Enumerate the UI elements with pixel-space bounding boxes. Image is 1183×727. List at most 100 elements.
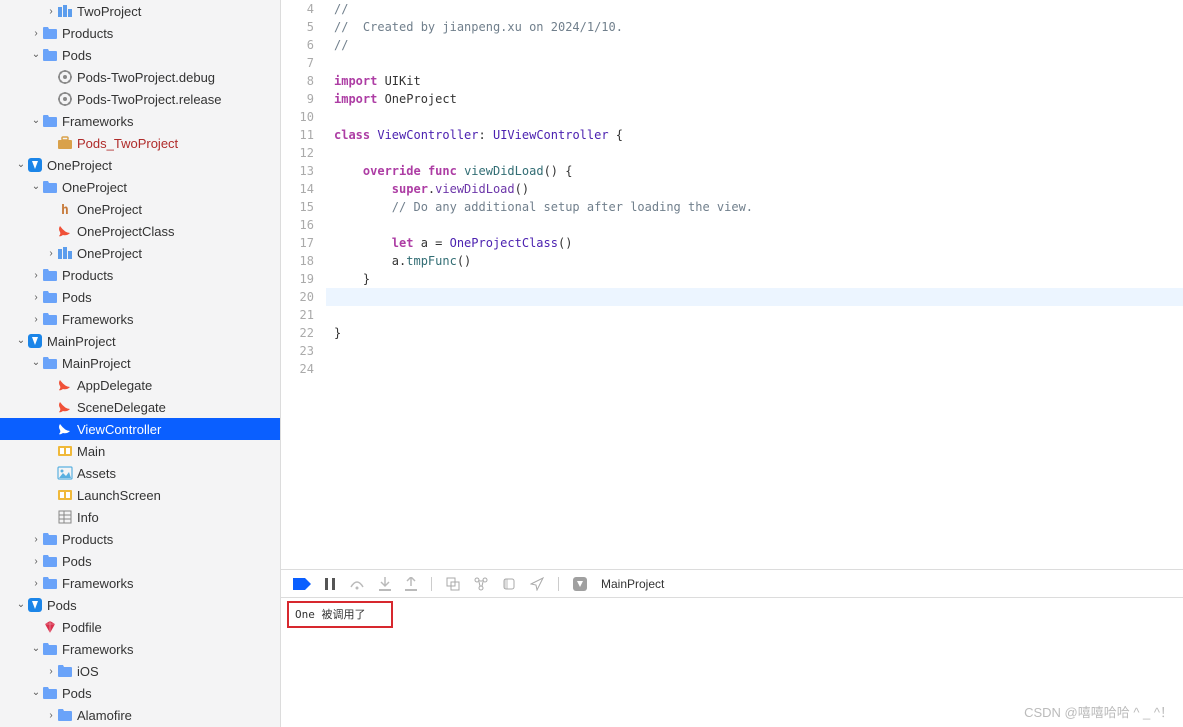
location-button[interactable] — [530, 577, 544, 591]
disclosure-icon[interactable]: ⌄ — [15, 335, 27, 346]
disclosure-icon[interactable]: ⌄ — [30, 49, 42, 60]
code-line[interactable]: import OneProject — [326, 90, 1183, 108]
disclosure-icon[interactable]: ⌄ — [15, 599, 27, 610]
step-out-button[interactable] — [405, 577, 417, 591]
tree-item-pods-twoproject-debug[interactable]: Pods-TwoProject.debug — [0, 66, 280, 88]
disclosure-icon[interactable]: › — [30, 292, 42, 303]
code-line[interactable]: a.tmpFunc() — [326, 252, 1183, 270]
disclosure-icon[interactable]: ⌄ — [30, 357, 42, 368]
tree-item-oneproject[interactable]: ⌄OneProject — [0, 154, 280, 176]
line-number[interactable]: 6 — [281, 36, 314, 54]
tree-item-pods-twoproject-release[interactable]: Pods-TwoProject.release — [0, 88, 280, 110]
tree-item-info[interactable]: Info — [0, 506, 280, 528]
line-number[interactable]: 23 — [281, 342, 314, 360]
line-number[interactable]: 11 — [281, 126, 314, 144]
disclosure-icon[interactable]: ⌄ — [30, 687, 42, 698]
disclosure-icon[interactable]: › — [30, 578, 42, 589]
line-number[interactable]: 5 — [281, 18, 314, 36]
line-number[interactable]: 16 — [281, 216, 314, 234]
line-number[interactable]: 15 — [281, 198, 314, 216]
memory-graph-button[interactable] — [474, 577, 488, 591]
line-number[interactable]: 18 — [281, 252, 314, 270]
disclosure-icon[interactable]: › — [30, 314, 42, 325]
disclosure-icon[interactable]: › — [30, 270, 42, 281]
line-number[interactable]: 24 — [281, 360, 314, 378]
line-number[interactable]: 19 — [281, 270, 314, 288]
code-line[interactable]: // Created by jianpeng.xu on 2024/1/10. — [326, 18, 1183, 36]
disclosure-icon[interactable]: ⌄ — [30, 115, 42, 126]
tree-item-ios[interactable]: ›iOS — [0, 660, 280, 682]
tree-item-frameworks[interactable]: ›Frameworks — [0, 308, 280, 330]
tree-item-oneproject[interactable]: ⌄OneProject — [0, 176, 280, 198]
code-line[interactable]: } — [326, 270, 1183, 288]
tree-item-pods[interactable]: ›Pods — [0, 286, 280, 308]
disclosure-icon[interactable]: › — [45, 666, 57, 677]
tree-item-oneprojectclass[interactable]: OneProjectClass — [0, 220, 280, 242]
code-line[interactable] — [326, 144, 1183, 162]
tree-item-pods[interactable]: ⌄Pods — [0, 682, 280, 704]
disclosure-icon[interactable]: › — [30, 28, 42, 39]
disclosure-icon[interactable]: › — [45, 6, 57, 17]
tree-item-pods[interactable]: ⌄Pods — [0, 44, 280, 66]
code-line[interactable] — [326, 288, 1183, 306]
code-content[interactable]: //// Created by jianpeng.xu on 2024/1/10… — [326, 0, 1183, 569]
line-number[interactable]: 22 — [281, 324, 314, 342]
view-hierarchy-button[interactable] — [446, 577, 460, 591]
tree-item-frameworks[interactable]: ›Frameworks — [0, 572, 280, 594]
code-line[interactable] — [326, 306, 1183, 324]
line-number[interactable]: 9 — [281, 90, 314, 108]
disclosure-icon[interactable]: › — [30, 556, 42, 567]
disclosure-icon[interactable]: ⌄ — [30, 643, 42, 654]
code-editor[interactable]: 456789101112131415161718192021222324 ///… — [281, 0, 1183, 569]
code-line[interactable]: override func viewDidLoad() { — [326, 162, 1183, 180]
tree-item-mainproject[interactable]: ⌄MainProject — [0, 330, 280, 352]
tree-item-products[interactable]: ›Products — [0, 264, 280, 286]
step-in-button[interactable] — [379, 577, 391, 591]
code-line[interactable] — [326, 108, 1183, 126]
tree-item-products[interactable]: ›Products — [0, 22, 280, 44]
tree-item-podfile[interactable]: Podfile — [0, 616, 280, 638]
tree-item-alamofire[interactable]: ›Alamofire — [0, 704, 280, 726]
line-number[interactable]: 12 — [281, 144, 314, 162]
tree-item-oneproject[interactable]: ›OneProject — [0, 242, 280, 264]
project-navigator[interactable]: ›TwoProject›Products⌄PodsPods-TwoProject… — [0, 0, 281, 727]
env-overrides-button[interactable] — [502, 577, 516, 591]
code-line[interactable]: import UIKit — [326, 72, 1183, 90]
tree-item-pods[interactable]: ›Pods — [0, 550, 280, 572]
code-line[interactable] — [326, 216, 1183, 234]
line-number[interactable]: 17 — [281, 234, 314, 252]
disclosure-icon[interactable]: › — [45, 710, 57, 721]
tree-item-scenedelegate[interactable]: SceneDelegate — [0, 396, 280, 418]
line-number[interactable]: 4 — [281, 0, 314, 18]
line-number[interactable]: 8 — [281, 72, 314, 90]
step-over-button[interactable] — [349, 577, 365, 591]
line-number[interactable]: 14 — [281, 180, 314, 198]
tree-item-viewcontroller[interactable]: ViewController — [0, 418, 280, 440]
tree-item-twoproject[interactable]: ›TwoProject — [0, 0, 280, 22]
code-line[interactable]: // — [326, 36, 1183, 54]
console-panel[interactable]: One 被调用了 CSDN @嘻嘻哈哈 ^ _ ^！ — [281, 597, 1183, 727]
line-number[interactable]: 20 — [281, 288, 314, 306]
tree-item-mainproject[interactable]: ⌄MainProject — [0, 352, 280, 374]
tree-item-appdelegate[interactable]: AppDelegate — [0, 374, 280, 396]
disclosure-icon[interactable]: ⌄ — [15, 159, 27, 170]
disclosure-icon[interactable]: › — [30, 534, 42, 545]
line-number[interactable]: 13 — [281, 162, 314, 180]
tree-item-launchscreen[interactable]: LaunchScreen — [0, 484, 280, 506]
tree-item-frameworks[interactable]: ⌄Frameworks — [0, 638, 280, 660]
tree-item-products[interactable]: ›Products — [0, 528, 280, 550]
tree-item-frameworks[interactable]: ⌄Frameworks — [0, 110, 280, 132]
code-line[interactable]: let a = OneProjectClass() — [326, 234, 1183, 252]
disclosure-icon[interactable]: ⌄ — [30, 181, 42, 192]
code-line[interactable]: class ViewController: UIViewController { — [326, 126, 1183, 144]
code-line[interactable] — [326, 360, 1183, 378]
code-line[interactable]: super.viewDidLoad() — [326, 180, 1183, 198]
line-number[interactable]: 21 — [281, 306, 314, 324]
tree-item-main[interactable]: Main — [0, 440, 280, 462]
target-name[interactable]: MainProject — [601, 577, 664, 591]
code-line[interactable] — [326, 342, 1183, 360]
tree-item-oneproject[interactable]: hOneProject — [0, 198, 280, 220]
code-line[interactable]: // Do any additional setup after loading… — [326, 198, 1183, 216]
tree-item-pods[interactable]: ⌄Pods — [0, 594, 280, 616]
toggle-breakpoints-button[interactable] — [293, 578, 311, 590]
